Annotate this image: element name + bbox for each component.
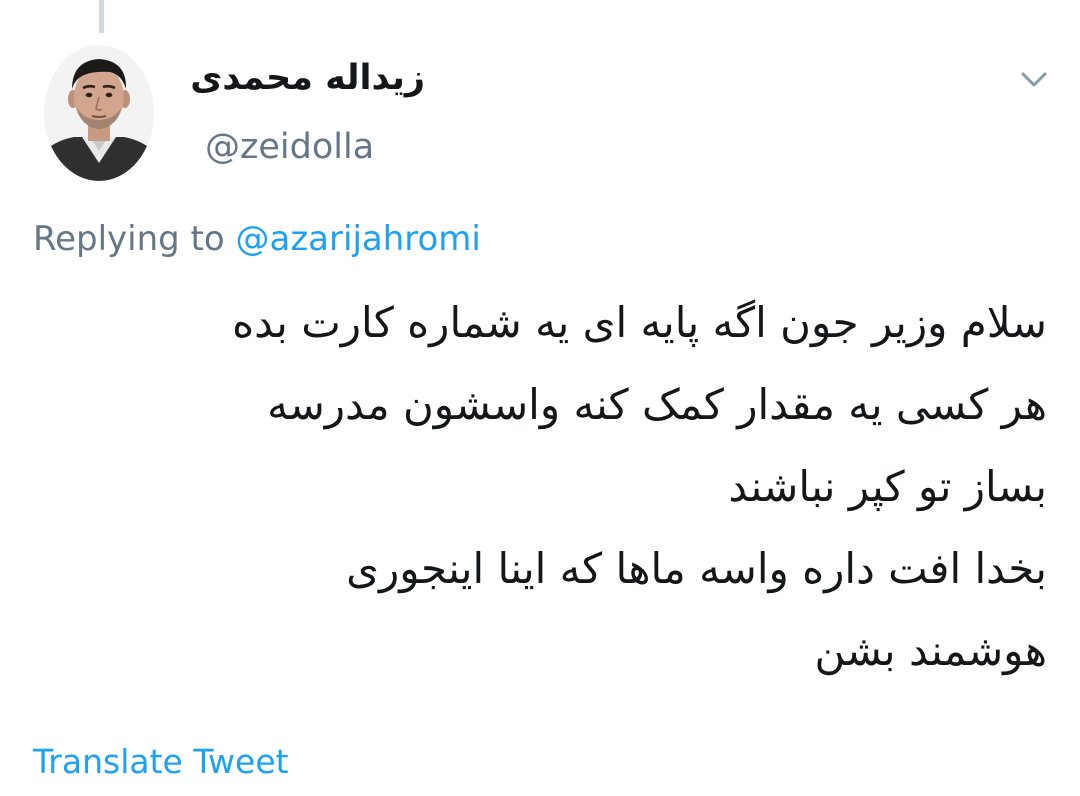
reply-context: Replying to @azarijahromi: [33, 210, 481, 268]
translate-tweet-link[interactable]: Translate Tweet: [33, 736, 289, 788]
tweet-text: سلام وزیر جون اگه پایه ای یه شماره کارت …: [33, 282, 1047, 692]
reply-target-link[interactable]: @azarijahromi: [236, 219, 481, 259]
tweet-menu-button[interactable]: [1012, 58, 1056, 102]
tweet-text-line: هوشمند بشن: [814, 626, 1047, 675]
chevron-down-icon: [1021, 72, 1047, 87]
author-display-name[interactable]: زیداله محمدی: [190, 50, 425, 106]
profile-photo-icon: [44, 45, 154, 181]
tweet-text-line: هر کسی یه مقدار کمک کنه واسشون مدرسه: [267, 380, 1047, 429]
avatar[interactable]: [44, 45, 154, 181]
tweet-text-line: بساز تو کپر نباشند: [728, 462, 1047, 511]
tweet-text-line: سلام وزیر جون اگه پایه ای یه شماره کارت …: [232, 298, 1047, 347]
thread-connector-line: [99, 0, 104, 33]
author-handle[interactable]: @zeidolla: [205, 121, 374, 173]
reply-prefix: Replying to: [33, 219, 225, 259]
tweet-text-line: بخدا افت داره واسه ماها که اینا اینجوری: [346, 544, 1047, 593]
